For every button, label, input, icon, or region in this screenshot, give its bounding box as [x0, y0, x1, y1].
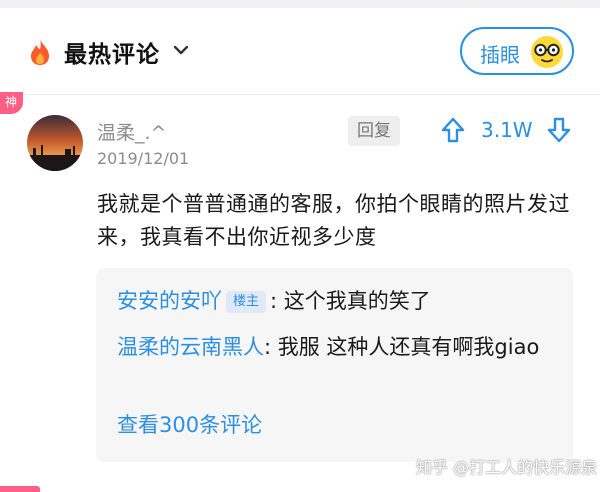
insert-eye-button[interactable]: 插眼	[460, 27, 574, 75]
avatar[interactable]	[27, 115, 83, 171]
vote-count: 3.1W	[481, 118, 533, 142]
flame-icon	[31, 39, 49, 65]
arrow-up-icon[interactable]	[440, 116, 466, 144]
comment-author[interactable]: 温柔_.^	[97, 118, 166, 145]
subcomment-author[interactable]: 温柔的云南黑人	[117, 335, 264, 359]
hot-comments-header: 最热评论 插眼	[0, 8, 600, 94]
subcomment-text: : 我服 这种人还真有啊我giao	[264, 335, 540, 359]
insert-eye-label: 插眼	[480, 43, 520, 67]
subcomment-author[interactable]: 安安的安吖	[117, 289, 222, 313]
view-more-comments-link[interactable]: 查看300条评论	[117, 409, 262, 439]
header-divider	[0, 94, 600, 95]
arrow-down-icon[interactable]	[546, 116, 572, 144]
next-badge-edge	[0, 486, 40, 492]
sunset-avatar-image	[27, 115, 83, 171]
list-item: 安安的安吖 楼主: 这个我真的笑了	[117, 284, 431, 318]
comment-date: 2019/12/01	[97, 149, 190, 168]
god-comment-badge: 神	[0, 92, 23, 114]
top-strip	[0, 0, 600, 8]
section-title[interactable]: 最热评论	[64, 35, 160, 69]
reply-button[interactable]: 回复	[348, 116, 400, 146]
chevron-down-icon[interactable]	[172, 42, 190, 58]
op-badge: 楼主	[226, 291, 267, 313]
comment-text: 我就是个普普通通的客服，你拍个眼睛的照片发过来，我真看不出你近视多少度	[97, 192, 570, 249]
watermark: 知乎 @打工人的快乐源泉	[416, 458, 598, 477]
list-item: 温柔的云南黑人: 我服 这种人还真有啊我giao	[117, 330, 557, 364]
glasses-face-icon	[531, 36, 563, 68]
subcomments-box: 安安的安吖 楼主: 这个我真的笑了 温柔的云南黑人: 我服 这种人还真有啊我gia…	[96, 268, 573, 462]
subcomment-text: : 这个我真的笑了	[270, 289, 431, 313]
